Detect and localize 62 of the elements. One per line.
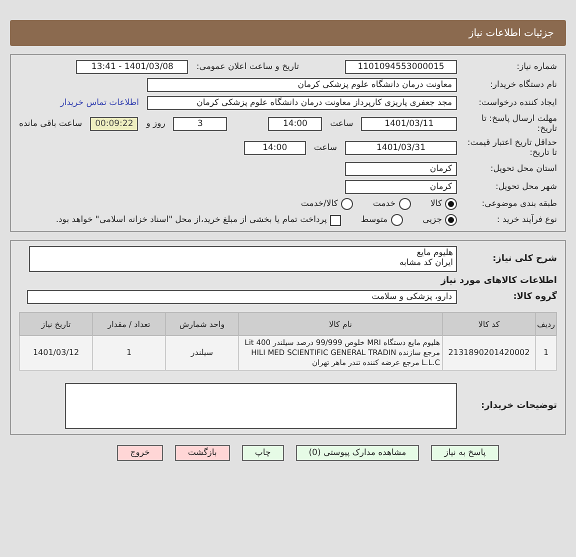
option-label: کالا — [430, 199, 442, 209]
field-label: شهر محل تحویل: — [494, 182, 557, 192]
table-cell: 2131890201420002 — [442, 336, 536, 370]
field-label: ساعت باقی مانده — [19, 119, 82, 129]
field-label: حداقل تاریخ اعتبار قیمت: تا تاریخ: — [466, 138, 557, 158]
column-header: ردیف — [536, 312, 556, 336]
option-label: متوسط — [360, 215, 388, 225]
creator-field: مجد جعفری پاریزی کارپرداز معاونت درمان دانشگاه علوم پزشکی کرمان — [147, 96, 457, 110]
radio-button[interactable] — [340, 198, 353, 210]
field-label: گروه کالا: — [512, 292, 557, 302]
radio-button[interactable] — [445, 214, 457, 226]
field-label: شماره نیاز: — [516, 62, 557, 72]
province-field: کرمان — [345, 162, 457, 176]
column-header: تاریخ نیاز — [20, 312, 92, 336]
checkbox-label: پرداخت تمام یا بخشی از مبلغ خرید،از محل "اسناد خزانه اسلامی" خواهد بود. — [56, 215, 327, 225]
field-label: طبقه بندی موضوعی: — [480, 199, 557, 209]
option-label: کالا/خدمت — [300, 199, 338, 209]
field-label: استان محل تحویل: — [489, 164, 557, 174]
city-field: کرمان — [345, 180, 457, 194]
description-field: هلیوم مایع ایران کد مشابه — [29, 246, 457, 272]
remaining-time-field: 00:09:22 — [90, 117, 138, 131]
page-title: جزئیات اطلاعات نیاز — [468, 28, 554, 38]
field-label: نام دستگاه خریدار: — [489, 80, 557, 90]
table-cell: 1 — [536, 336, 556, 370]
option-label: جزیی — [422, 215, 442, 225]
option-label: خدمت — [372, 199, 396, 209]
radio-button[interactable] — [390, 214, 403, 226]
days-field: 3 — [173, 117, 228, 131]
field-label: توضیحات خریدار: — [480, 401, 557, 411]
deadline-date-field: 1401/03/11 — [361, 117, 457, 131]
radio-button[interactable] — [398, 198, 411, 210]
field-label: ایجاد کننده درخواست: — [478, 98, 557, 108]
action-button[interactable]: خروج — [117, 445, 163, 461]
radio-button[interactable] — [445, 198, 457, 210]
table-cell: سیلندر — [166, 336, 238, 370]
need-number-field: 1101094553000015 — [345, 60, 457, 74]
column-header: واحد شمارش — [166, 312, 238, 336]
validity-date-field: 1401/03/31 — [345, 141, 457, 155]
goods-group-field: دارو، پزشکی و سلامت — [27, 290, 457, 304]
column-header: کد کالا — [442, 312, 536, 336]
contact-link[interactable]: اطلاعات تماس خریدار — [60, 98, 139, 108]
action-button[interactable]: چاپ — [242, 445, 284, 461]
validity-time-field: 14:00 — [244, 141, 306, 155]
buyer-field: معاونت درمان دانشگاه علوم پزشکی کرمان — [147, 78, 457, 92]
field-label: ساعت — [314, 143, 337, 153]
field-label: نوع فرآیند خرید : — [496, 215, 557, 225]
field-label: مهلت ارسال پاسخ: تا تاریخ: — [480, 114, 557, 134]
action-button[interactable]: مشاهده مدارک پیوستی (0) — [296, 445, 420, 461]
field-label: روز و — [146, 119, 166, 129]
field-label: تاریخ و ساعت اعلان عمومی: — [196, 62, 299, 72]
checkbox[interactable] — [330, 214, 341, 226]
action-button[interactable]: بازگشت — [174, 445, 230, 461]
action-button[interactable]: پاسخ به نیاز — [431, 445, 499, 461]
table-cell: 1401/03/12 — [20, 336, 92, 370]
field-label: شرح کلی نیاز: — [492, 254, 557, 264]
deadline-time-field: 14:00 — [268, 117, 322, 131]
column-header: نام کالا — [238, 312, 442, 336]
field-label: ساعت — [330, 119, 354, 129]
column-header: تعداد / مقدار — [92, 312, 166, 336]
section-title: اطلاعات کالاهای مورد نیاز — [440, 276, 557, 286]
announce-date-field: 1401/03/08 - 13:41 — [76, 60, 188, 74]
table-cell: 1 — [92, 336, 166, 370]
